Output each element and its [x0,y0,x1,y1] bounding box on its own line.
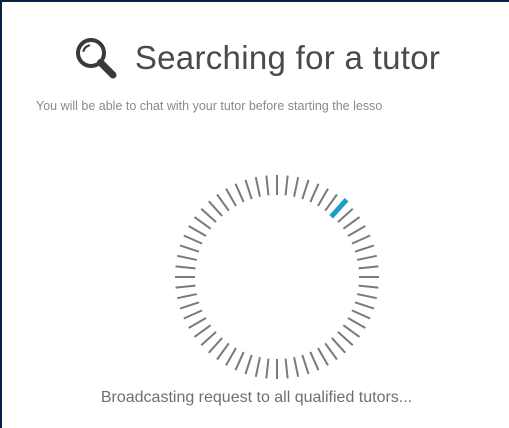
spinner-tick [309,183,320,203]
spinner-tick [354,301,375,310]
spinner-tick [293,357,300,377]
status-text: Broadcasting request to all qualified tu… [100,389,413,406]
spinner-tick [188,317,207,329]
loading-spinner [175,175,379,379]
spinner-tick [188,225,207,237]
spinner-tick [331,337,346,354]
spinner-tick [193,324,212,338]
spinner-tick [265,175,270,196]
spinner-tick [244,179,253,200]
spinner-tick [342,216,361,230]
spinner-tick [324,342,338,361]
spinner-tick [200,331,217,346]
spinner-tick [293,177,300,197]
spinner-tick [324,193,338,212]
spinner-tick [179,301,200,310]
spinner-tick [193,216,212,230]
page-title: Searching for a tutor [134,39,441,76]
spinner-tick [351,234,371,245]
spinner-tick [265,358,270,379]
spinner-tick [317,188,329,207]
spinner-tick [208,337,223,354]
spinner-tick [225,188,237,207]
spinner-tick [354,244,375,253]
spinner-tick [347,317,366,329]
spinner-tick [351,309,371,320]
spinner-tick [301,179,310,200]
search-icon [75,38,117,79]
header: Searching for a tutor [2,32,509,84]
spinner-tick [216,342,230,361]
spinner-tick [254,177,261,197]
spinner-tick [337,208,354,223]
spinner-tick [208,200,223,217]
spinner-tick [284,175,289,196]
spinner-tick [357,293,377,300]
spinner-tick [357,254,377,261]
spinner-tick [200,208,217,223]
spinner-tick [183,309,203,320]
spinner-tick [254,357,261,377]
spinner-tick [284,358,289,379]
spinner-tick [337,331,354,346]
spinner-tick [216,193,230,212]
spinner-tick [183,234,203,245]
spinner-active-tick [329,198,349,219]
spinner-tick [177,254,197,261]
spinner-tick [225,347,237,366]
spinner-tick [301,354,310,375]
spinner-tick [309,351,320,371]
spinner-tick [177,293,197,300]
spinner-tick [358,284,379,289]
spinner-tick [234,351,245,371]
spinner-tick [179,244,200,253]
spinner-tick [175,265,196,270]
spinner-tick [342,324,361,338]
spinner-tick [358,265,379,270]
spinner-tick [244,354,253,375]
spinner-tick [175,284,196,289]
search-panel: Searching for a tutor You will be able t… [0,0,509,428]
spinner-tick [317,347,329,366]
spinner-tick [347,225,366,237]
subtitle-text: You will be able to chat with your tutor… [36,99,383,113]
spinner-tick [234,183,245,203]
